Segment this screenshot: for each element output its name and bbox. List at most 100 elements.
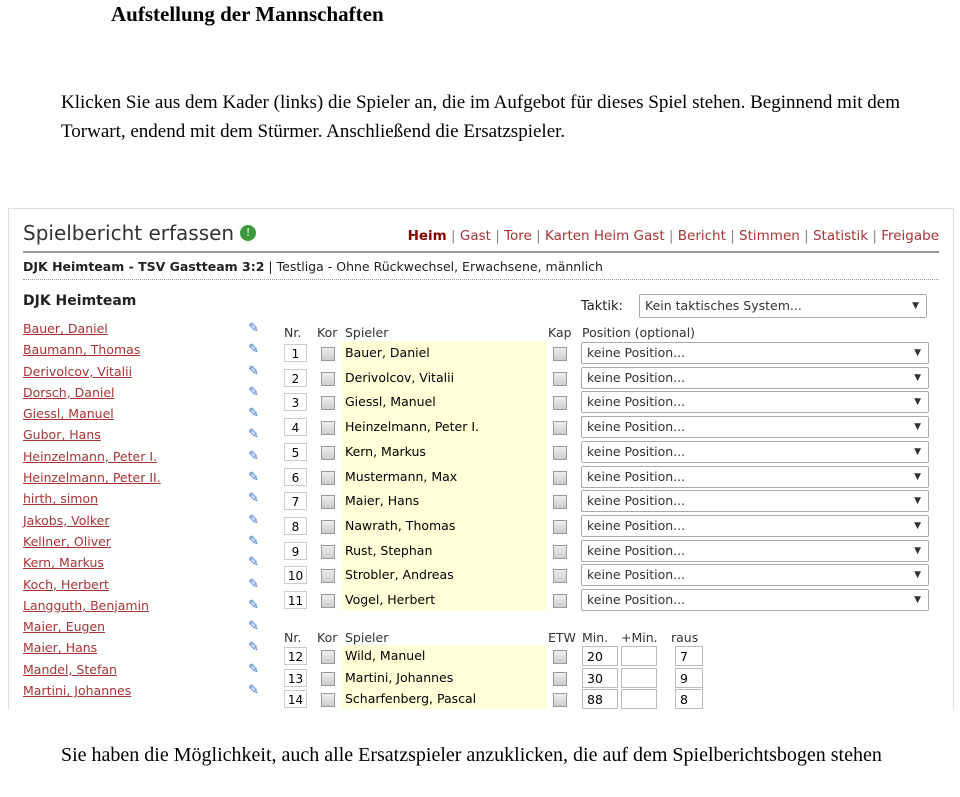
roster-player-link[interactable]: Mandel, Stefan (23, 662, 117, 677)
nav-bericht[interactable]: Bericht (678, 228, 726, 244)
pencil-icon[interactable]: ✎ (248, 406, 259, 421)
number-field[interactable]: 12 (284, 647, 307, 665)
kor-checkbox[interactable] (321, 445, 335, 460)
kap-checkbox[interactable] (553, 544, 567, 559)
pencil-icon[interactable]: ✎ (248, 513, 259, 528)
plus-min-field[interactable] (621, 646, 657, 666)
kap-checkbox[interactable] (553, 495, 567, 510)
number-field[interactable]: 8 (284, 516, 307, 535)
nav-freigabe[interactable]: Freigabe (881, 228, 939, 244)
number-field[interactable]: 5 (284, 442, 307, 461)
pencil-icon[interactable]: ✎ (248, 683, 259, 698)
position-select[interactable]: keine Position... ▼ (581, 366, 929, 389)
pencil-icon[interactable]: ✎ (248, 321, 259, 336)
roster-player-link[interactable]: Koch, Herbert (23, 577, 109, 592)
nav-heim[interactable]: Heim (408, 228, 447, 244)
roster-player-link[interactable]: Martini, Johannes (23, 683, 131, 698)
pencil-icon[interactable]: ✎ (248, 577, 259, 592)
pencil-icon[interactable]: ✎ (248, 619, 259, 634)
nav-gast[interactable]: Gast (460, 228, 491, 244)
roster-player-link[interactable]: Bauer, Daniel (23, 321, 108, 336)
kap-checkbox[interactable] (553, 445, 567, 460)
raus-field[interactable]: 7 (675, 646, 703, 666)
kap-checkbox[interactable] (553, 470, 567, 485)
roster-player-link[interactable]: Dorsch, Daniel (23, 385, 115, 400)
pencil-icon[interactable]: ✎ (248, 449, 259, 464)
number-field[interactable]: 6 (284, 467, 307, 486)
roster-player-link[interactable]: Derivolcov, Vitalii (23, 364, 132, 379)
pencil-icon[interactable]: ✎ (248, 555, 259, 570)
position-select[interactable]: keine Position... ▼ (581, 564, 929, 587)
pencil-icon[interactable]: ✎ (248, 491, 259, 506)
kor-checkbox[interactable] (321, 569, 335, 584)
taktik-select[interactable]: Kein taktisches System... ▼ (639, 294, 927, 318)
position-select[interactable]: keine Position... ▼ (581, 589, 929, 611)
min-field[interactable]: 20 (582, 646, 618, 666)
nav-karten-heim-gast[interactable]: Karten Heim Gast (545, 228, 665, 244)
plus-min-field[interactable] (621, 667, 657, 688)
position-select[interactable]: keine Position... ▼ (581, 342, 929, 364)
pencil-icon[interactable]: ✎ (248, 470, 259, 485)
number-field[interactable]: 7 (284, 492, 307, 511)
kap-checkbox[interactable] (553, 594, 567, 608)
kor-checkbox[interactable] (321, 371, 335, 386)
kor-checkbox[interactable] (321, 495, 335, 510)
roster-player-link[interactable]: hirth, simon (23, 491, 98, 506)
etw-checkbox[interactable] (553, 693, 567, 707)
pencil-icon[interactable]: ✎ (248, 534, 259, 549)
position-select[interactable]: keine Position... ▼ (581, 465, 929, 488)
kor-checkbox[interactable] (321, 470, 335, 485)
position-select[interactable]: keine Position... ▼ (581, 416, 929, 439)
roster-player-link[interactable]: Gubor, Hans (23, 427, 101, 442)
pencil-icon[interactable]: ✎ (248, 662, 259, 677)
number-field[interactable]: 9 (284, 541, 307, 560)
min-field[interactable]: 30 (582, 667, 618, 688)
kap-checkbox[interactable] (553, 347, 567, 361)
roster-player-link[interactable]: Maier, Hans (23, 640, 97, 655)
etw-checkbox[interactable] (553, 671, 567, 686)
kor-checkbox[interactable] (321, 693, 335, 707)
position-select[interactable]: keine Position... ▼ (581, 514, 929, 537)
kap-checkbox[interactable] (553, 519, 567, 534)
raus-field[interactable]: 9 (675, 667, 703, 688)
pencil-icon[interactable]: ✎ (248, 385, 259, 400)
pencil-icon[interactable]: ✎ (248, 364, 259, 379)
roster-player-link[interactable]: Heinzelmann, Peter I. (23, 449, 157, 464)
roster-player-link[interactable]: Kern, Markus (23, 555, 104, 570)
kor-checkbox[interactable] (321, 347, 335, 361)
kap-checkbox[interactable] (553, 569, 567, 584)
kor-checkbox[interactable] (321, 650, 335, 664)
number-field[interactable]: 11 (284, 591, 307, 609)
kor-checkbox[interactable] (321, 671, 335, 686)
kor-checkbox[interactable] (321, 396, 335, 411)
pencil-icon[interactable]: ✎ (248, 427, 259, 442)
nav-stimmen[interactable]: Stimmen (739, 228, 800, 244)
kap-checkbox[interactable] (553, 396, 567, 411)
number-field[interactable]: 1 (284, 344, 307, 362)
pencil-icon[interactable]: ✎ (248, 598, 259, 613)
number-field[interactable]: 10 (284, 566, 307, 585)
number-field[interactable]: 3 (284, 393, 307, 412)
pencil-icon[interactable]: ✎ (248, 342, 259, 357)
position-select[interactable]: keine Position... ▼ (581, 391, 929, 414)
number-field[interactable]: 14 (284, 690, 307, 708)
position-select[interactable]: keine Position... ▼ (581, 539, 929, 562)
plus-min-field[interactable] (621, 689, 657, 709)
nav-tore[interactable]: Tore (504, 228, 532, 244)
number-field[interactable]: 13 (284, 668, 307, 687)
kor-checkbox[interactable] (321, 594, 335, 608)
kap-checkbox[interactable] (553, 421, 567, 436)
nav-statistik[interactable]: Statistik (813, 228, 868, 244)
number-field[interactable]: 4 (284, 418, 307, 437)
roster-player-link[interactable]: Langguth, Benjamin (23, 598, 149, 613)
kap-checkbox[interactable] (553, 371, 567, 386)
roster-player-link[interactable]: Giessl, Manuel (23, 406, 114, 421)
position-select[interactable]: keine Position... ▼ (581, 490, 929, 513)
roster-player-link[interactable]: Maier, Eugen (23, 619, 105, 634)
roster-player-link[interactable]: Kellner, Oliver (23, 534, 111, 549)
roster-player-link[interactable]: Heinzelmann, Peter II. (23, 470, 161, 485)
position-select[interactable]: keine Position... ▼ (581, 440, 929, 463)
roster-player-link[interactable]: Baumann, Thomas (23, 342, 140, 357)
pencil-icon[interactable]: ✎ (248, 640, 259, 655)
kor-checkbox[interactable] (321, 421, 335, 436)
